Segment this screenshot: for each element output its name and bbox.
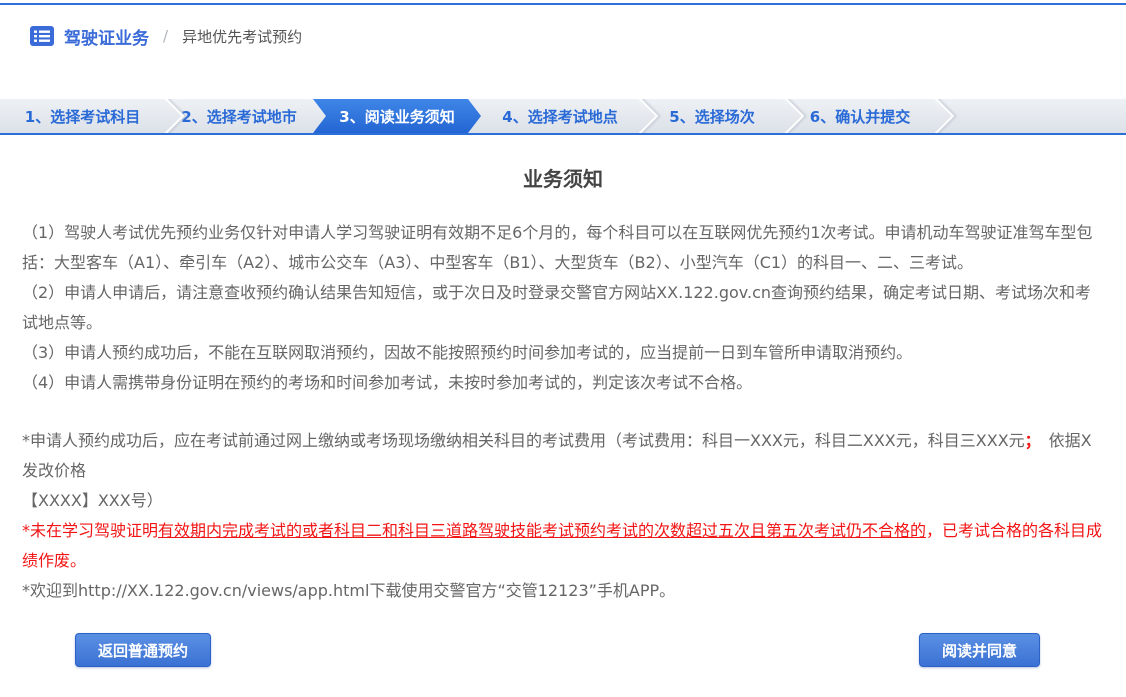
breadcrumb-section[interactable]: 驾驶证业务 bbox=[64, 24, 149, 49]
step-4-select-site[interactable]: 4、选择考试地点 bbox=[481, 99, 639, 133]
step-6-confirm-submit[interactable]: 6、确认并提交 bbox=[785, 99, 935, 133]
step-label: 2、选择考试地市 bbox=[181, 106, 296, 127]
warning-text: *未在学习驾驶证明有效期内完成考试的或者科目二和科目三道路驾驶技能考试预约考试的… bbox=[22, 516, 1104, 576]
page: 驾驶证业务 / 异地优先考试预约 1、选择考试科目 2、选择考试地市 3、阅读业… bbox=[0, 0, 1126, 697]
step-2-select-city[interactable]: 2、选择考试地市 bbox=[165, 99, 313, 133]
list-icon bbox=[30, 26, 54, 46]
step-label: 6、确认并提交 bbox=[810, 106, 910, 127]
step-label: 1、选择考试科目 bbox=[25, 106, 140, 127]
step-label: 5、选择场次 bbox=[669, 106, 754, 127]
breadcrumb-separator: / bbox=[163, 27, 168, 45]
warning-underlined: 有效期内完成考试的或者科目二和科目三道路驾驶技能考试预约考试的次数超过五次且第五… bbox=[158, 521, 926, 540]
fee-note-text: *申请人预约成功后，应在考试前通过网上缴纳或考场现场缴纳相关科目的考试费用（考试… bbox=[22, 431, 1025, 450]
step-3-read-notice-active[interactable]: 3、阅读业务须知 bbox=[313, 99, 481, 133]
fee-note-line-2: 【XXXX】XXX号） bbox=[22, 486, 1104, 516]
step-5-select-session[interactable]: 5、选择场次 bbox=[639, 99, 785, 133]
footer-actions: 返回普通预约 阅读并同意 bbox=[0, 633, 1126, 667]
step-label: 4、选择考试地点 bbox=[502, 106, 617, 127]
back-to-normal-booking-button[interactable]: 返回普通预约 bbox=[75, 633, 211, 667]
spacer bbox=[22, 398, 1104, 426]
notice-paragraph-2: （2）申请人申请后，请注意查收预约确认结果告知短信，或于次日及时登录交警官方网站… bbox=[22, 278, 1104, 338]
warning-lead: *未在学习驾驶证明 bbox=[22, 521, 158, 540]
breadcrumb-page-title: 异地优先考试预约 bbox=[182, 26, 302, 47]
notice-paragraph-4: （4）申请人需携带身份证明在预约的考场和时间参加考试，未按时参加考试的，判定该次… bbox=[22, 368, 1104, 398]
app-download-note: *欢迎到http://XX.122.gov.cn/views/app.html下… bbox=[22, 576, 1104, 606]
notice-paragraph-3: （3）申请人预约成功后，不能在互联网取消预约，因故不能按照预约时间参加考试的，应… bbox=[22, 338, 1104, 368]
step-progress-bar: 1、选择考试科目 2、选择考试地市 3、阅读业务须知 4、选择考试地点 5、选择… bbox=[0, 99, 1126, 135]
step-1-select-subject[interactable]: 1、选择考试科目 bbox=[0, 99, 165, 133]
notice-body: （1）驾驶人考试优先预约业务仅针对申请人学习驾驶证明有效期不足6个月的，每个科目… bbox=[0, 192, 1126, 606]
page-title: 业务须知 bbox=[0, 163, 1126, 192]
step-label: 3、阅读业务须知 bbox=[339, 106, 454, 127]
notice-paragraph-1: （1）驾驶人考试优先预约业务仅针对申请人学习驾驶证明有效期不足6个月的，每个科目… bbox=[22, 218, 1104, 278]
breadcrumb: 驾驶证业务 / 异地优先考试预约 bbox=[0, 5, 1126, 67]
fee-note-red-semicolon: ； bbox=[1025, 431, 1033, 450]
fee-note-line-1: *申请人预约成功后，应在考试前通过网上缴纳或考场现场缴纳相关科目的考试费用（考试… bbox=[22, 426, 1104, 486]
read-and-agree-button[interactable]: 阅读并同意 bbox=[919, 633, 1040, 667]
